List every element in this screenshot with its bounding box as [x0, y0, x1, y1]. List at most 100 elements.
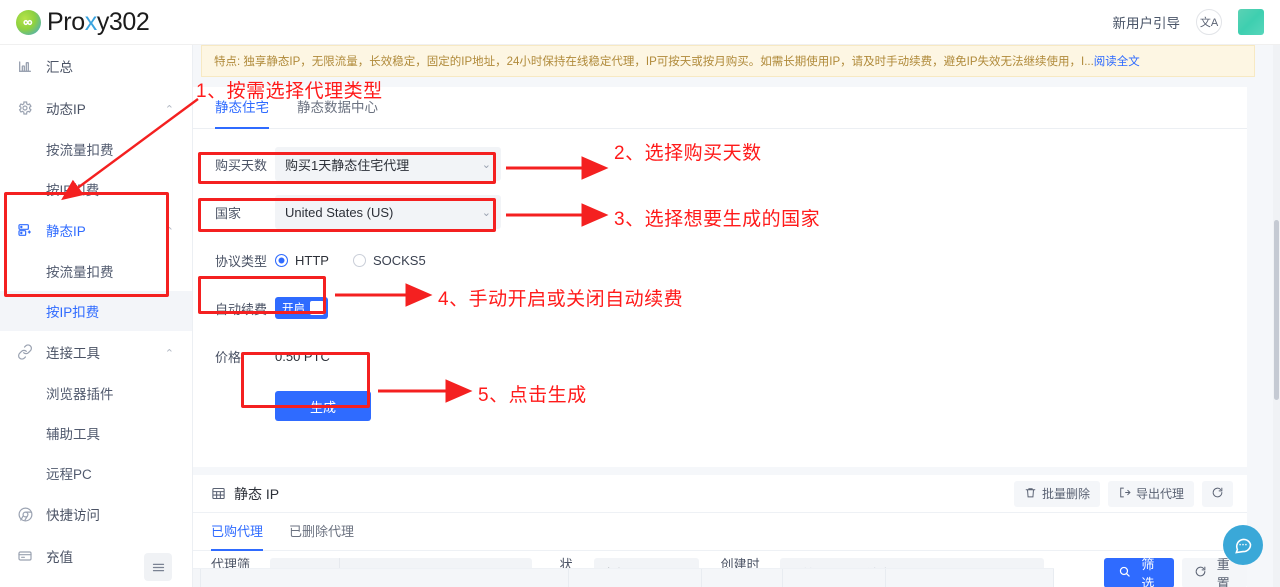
- autorenew-toggle[interactable]: 开启: [275, 297, 328, 319]
- page-scrollbar-track[interactable]: [1273, 45, 1280, 587]
- radio-http[interactable]: HTTP: [275, 253, 329, 268]
- proxy-type-tabs: 静态住宅 静态数据中心: [193, 87, 1247, 129]
- search-icon: [1118, 565, 1131, 581]
- brand-name: Proxy302: [47, 7, 150, 37]
- radio-http-label: HTTP: [295, 252, 329, 268]
- sidebar-item-summary[interactable]: 汇总: [0, 45, 192, 87]
- table-header: 静态 IP 批量删除 导出代理: [193, 475, 1247, 513]
- new-user-guide-link[interactable]: 新用户引导: [1113, 12, 1181, 32]
- app-root: Proxy302 新用户引导 文A 汇总 动态IP ⌄ 按流量扣费 按IP扣费 …: [0, 0, 1280, 587]
- user-avatar[interactable]: [1238, 9, 1264, 35]
- sidebar-subitem-label: 浏览器插件: [46, 387, 114, 402]
- sidebar-subitem-label: 按IP扣费: [46, 183, 100, 198]
- sidebar-subitem-label: 按IP扣费: [46, 305, 100, 320]
- notice-text: 特点: 独享静态IP，无限流量，长效稳定，固定的IP地址，24小时保持在线稳定代…: [214, 56, 1094, 68]
- sidebar: 汇总 动态IP ⌄ 按流量扣费 按IP扣费 静态IP ⌄ 按流量扣费 按IP扣费…: [0, 45, 193, 587]
- days-value: 购买1天静态住宅代理: [285, 157, 410, 173]
- infinity-logo-icon: [16, 9, 41, 35]
- chevron-down-icon: ⌄: [164, 101, 174, 114]
- sidebar-subitem-browser-plugin[interactable]: 浏览器插件: [0, 373, 192, 413]
- protocol-radio-group: HTTP SOCKS5: [275, 253, 426, 268]
- chrome-icon: [16, 505, 34, 523]
- tab-purchased-proxies[interactable]: 已购代理: [211, 513, 264, 551]
- table-grid-icon: [211, 486, 226, 501]
- refresh-icon: [1194, 565, 1207, 581]
- translate-icon[interactable]: 文A: [1196, 9, 1222, 35]
- brand-prefix: Pro: [47, 7, 85, 36]
- feature-notice-banner: 特点: 独享静态IP，无限流量，长效稳定，固定的IP地址，24小时保持在线稳定代…: [201, 45, 1255, 77]
- page-scrollbar-thumb[interactable]: [1274, 220, 1279, 400]
- purchase-form: 购买天数 购买1天静态住宅代理 ⌄ 国家 United States (US) …: [193, 129, 1247, 423]
- days-select[interactable]: 购买1天静态住宅代理 ⌄: [275, 147, 501, 181]
- sidebar-subitem-static-traffic[interactable]: 按流量扣费: [0, 251, 192, 291]
- chevron-down-icon: ⌄: [164, 345, 174, 358]
- chat-bubble-icon[interactable]: [1223, 525, 1263, 565]
- form-row-price: 价格 0.50 PTC: [215, 339, 1247, 373]
- header-actions: 新用户引导 文A: [1113, 9, 1264, 35]
- sidebar-item-static-ip[interactable]: 静态IP ⌄: [0, 209, 192, 251]
- country-select[interactable]: United States (US) ⌄: [275, 195, 501, 229]
- sidebar-subitem-helper-tools[interactable]: 辅助工具: [0, 413, 192, 453]
- tab-static-residential[interactable]: 静态住宅: [215, 87, 269, 129]
- server-icon: [16, 221, 34, 239]
- sidebar-subitem-label: 按流量扣费: [46, 265, 114, 280]
- refresh-icon: [1211, 486, 1224, 502]
- radio-socks5[interactable]: SOCKS5: [352, 252, 426, 268]
- menu-collapse-icon[interactable]: [144, 553, 172, 581]
- table-col-f: [886, 569, 1054, 587]
- price-label: 价格: [215, 349, 242, 365]
- settings-gear-icon: [16, 99, 34, 117]
- table-title-text: 静态 IP: [234, 485, 280, 502]
- filter-search-button[interactable]: 筛选: [1104, 557, 1174, 587]
- radio-dot-icon: [275, 253, 288, 267]
- sidebar-subitem-label: 远程PC: [46, 467, 92, 482]
- purchase-panel: 静态住宅 静态数据中心 购买天数 购买1天静态住宅代理 ⌄ 国家 United …: [193, 87, 1247, 467]
- sidebar-subitem-dynamic-traffic[interactable]: 按流量扣费: [0, 129, 192, 169]
- brand-suffix: y302: [96, 7, 150, 36]
- sidebar-subitem-dynamic-perip[interactable]: 按IP扣费: [0, 169, 192, 209]
- autorenew-state-label: 开启: [282, 303, 305, 315]
- table-col-d: [702, 569, 784, 587]
- toggle-knob: [310, 301, 324, 315]
- sidebar-subitem-static-perip[interactable]: 按IP扣费: [0, 291, 192, 331]
- sidebar-item-dynamic-ip[interactable]: 动态IP ⌄: [0, 87, 192, 129]
- tab-deleted-proxies[interactable]: 已删除代理: [289, 513, 354, 551]
- chevron-down-icon: ⌄: [481, 158, 491, 171]
- read-more-link[interactable]: 阅读全文: [1094, 53, 1140, 69]
- chevron-down-icon: ⌄: [164, 223, 174, 236]
- price-value: 0.50 PTC: [275, 348, 330, 364]
- trash-icon: [1024, 486, 1037, 502]
- form-row-autorenew: 自动续费 开启: [215, 291, 1247, 325]
- export-proxy-label: 导出代理: [1135, 487, 1184, 501]
- sidebar-subitem-label: 辅助工具: [46, 427, 100, 442]
- brand-logo-group[interactable]: Proxy302: [16, 7, 150, 37]
- generate-button[interactable]: 生成: [275, 391, 371, 421]
- export-icon: [1118, 486, 1131, 502]
- link-icon: [16, 343, 34, 361]
- sidebar-item-label: 静态IP: [46, 224, 86, 239]
- form-row-days: 购买天数 购买1天静态住宅代理 ⌄: [215, 147, 1247, 181]
- sidebar-item-label: 动态IP: [46, 102, 86, 117]
- sidebar-item-connect-tools[interactable]: 连接工具 ⌄: [0, 331, 192, 373]
- tab-static-datacenter[interactable]: 静态数据中心: [297, 87, 378, 129]
- export-proxy-button[interactable]: 导出代理: [1107, 480, 1194, 507]
- table-col-c: [569, 569, 703, 587]
- form-row-country: 国家 United States (US) ⌄: [215, 195, 1247, 229]
- table-title: 静态 IP: [211, 484, 279, 504]
- batch-delete-button[interactable]: 批量删除: [1013, 480, 1100, 507]
- table-col-e: [783, 569, 887, 587]
- sidebar-item-label: 快捷访问: [46, 508, 100, 523]
- radio-dot-icon: [352, 253, 366, 267]
- autorenew-label: 自动续费: [215, 301, 268, 317]
- filter-search-label: 筛选: [1141, 557, 1155, 587]
- sidebar-item-quick-access[interactable]: 快捷访问: [0, 493, 192, 535]
- sidebar-subitem-remote-pc[interactable]: 远程PC: [0, 453, 192, 493]
- app-header: Proxy302 新用户引导 文A: [0, 0, 1280, 45]
- protocol-label: 协议类型: [215, 253, 268, 269]
- sidebar-item-label: 充值: [46, 550, 73, 565]
- table-header-actions: 批量删除 导出代理: [1013, 480, 1233, 507]
- refresh-table-button[interactable]: [1202, 480, 1233, 507]
- radio-socks5-label: SOCKS5: [372, 252, 426, 268]
- country-value: United States (US): [285, 204, 394, 220]
- sidebar-item-label: 汇总: [46, 60, 73, 75]
